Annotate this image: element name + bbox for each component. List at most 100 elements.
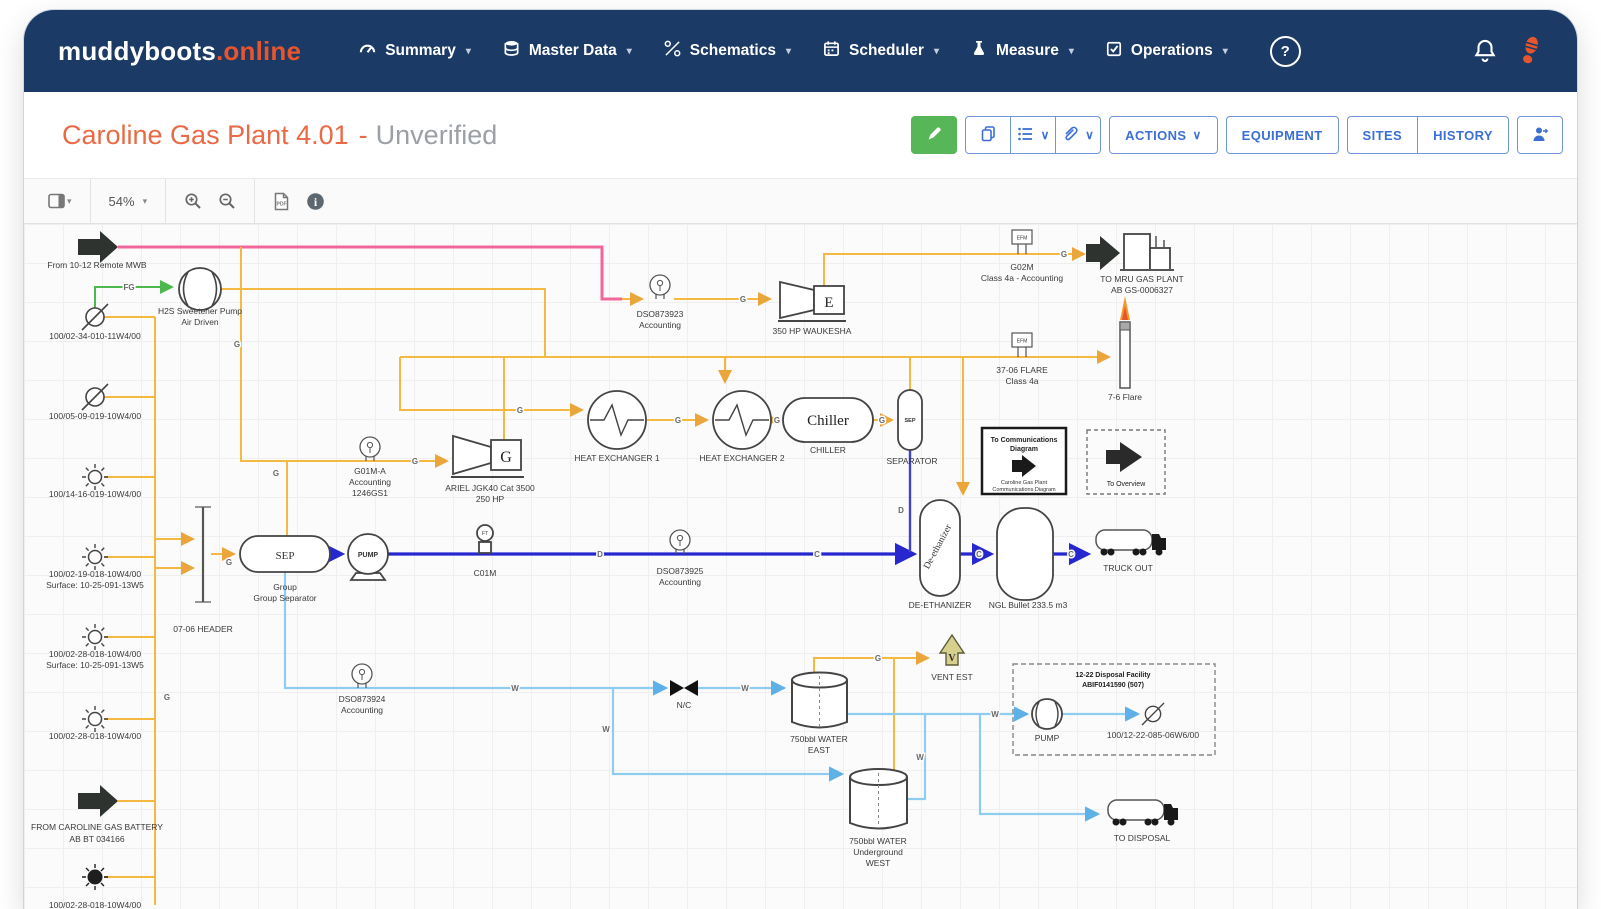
brand-primary: muddyboots	[58, 36, 216, 66]
nav-item-measure[interactable]: Measure▾	[971, 40, 1074, 62]
meter-label: G02M	[1010, 262, 1033, 272]
svg-text:W: W	[916, 753, 924, 762]
compressor-ariel[interactable]: G ARIEL JGK40 Cat 3500 250 HP	[445, 436, 535, 504]
link-overview[interactable]: To Overview	[1087, 430, 1165, 494]
inlet-remote-arrow[interactable]: From 10-12 Remote MWB	[47, 231, 147, 270]
heat-exchanger-2[interactable]: HEAT EXCHANGER 2	[699, 391, 784, 463]
compressor-waukesha[interactable]: E 350 HP WAUKESHA	[773, 282, 852, 336]
group-separator[interactable]: SEP Group Group Separator	[240, 536, 330, 603]
schematic-canvas[interactable]: From 10-12 Remote MWB H2S Sweetener Pump…	[24, 224, 1577, 909]
h2s-pump-label: H2S Sweetener Pump	[158, 306, 242, 316]
brand-logo[interactable]: muddyboots.online	[58, 36, 301, 67]
compressor-label: 250 HP	[476, 494, 505, 504]
well-6[interactable]: 100/02-28-018-10W4/00	[49, 706, 141, 741]
nc-valve[interactable]: N/C	[670, 680, 698, 710]
link-caption: Caroline Gas Plant	[1001, 480, 1048, 486]
nav-items: Summary▾ Master Data▾ Schematics▾ Schedu…	[359, 36, 1301, 67]
nav-item-operations[interactable]: Operations▾	[1106, 41, 1228, 62]
list-button[interactable]: ∨	[1010, 116, 1056, 154]
h2s-sweetener-pump[interactable]: H2S Sweetener Pump Air Driven	[158, 268, 242, 327]
history-button[interactable]: HISTORY	[1417, 116, 1509, 154]
zoom-level-value: 54%	[109, 194, 135, 209]
help-button[interactable]: ?	[1270, 36, 1301, 67]
schematic-icon	[664, 40, 681, 62]
inlet-battery-label: AB BT 034166	[69, 834, 124, 844]
avatar[interactable]	[1517, 35, 1543, 67]
well-label: 100/02-28-018-10W4/00	[49, 731, 141, 741]
well-3[interactable]: 100/14-16-019-10W4/00	[49, 464, 141, 499]
zoom-out-button[interactable]	[218, 192, 236, 210]
nav-item-scheduler[interactable]: Scheduler▾	[823, 40, 939, 62]
svg-text:D: D	[597, 550, 603, 559]
tank-water-east[interactable]: 750bbl WATER EAST	[790, 673, 848, 756]
meter-label: C01M	[474, 568, 497, 578]
nav-item-summary[interactable]: Summary▾	[359, 40, 471, 62]
bell-icon[interactable]	[1473, 38, 1497, 64]
zoom-in-button[interactable]	[184, 192, 202, 210]
attachments-button[interactable]: ∨	[1055, 116, 1101, 154]
well-5[interactable]: 100/02-28-018-10W4/00Surface: 10-25-091-…	[46, 624, 144, 670]
well-label: 100/02-34-010-11W4/00	[49, 331, 141, 341]
truck-to-disposal[interactable]: TO DISPOSAL	[1108, 800, 1178, 843]
meter-label: DSO873925	[657, 566, 704, 576]
svg-text:G: G	[234, 340, 240, 349]
info-button[interactable]: i	[306, 192, 325, 211]
ngl-bullet[interactable]: NGL Bullet 233.5 m3	[989, 508, 1068, 610]
database-icon	[503, 40, 520, 62]
meter-g01m[interactable]: G01M-A Accounting 1246GS1	[349, 437, 391, 498]
well-2[interactable]: 100/05-09-019-10W4/00	[49, 384, 141, 421]
meter-label: 1246GS1	[352, 488, 388, 498]
chevron-down-icon: ∨	[1085, 128, 1094, 142]
compressor-label: 350 HP WAUKESHA	[773, 326, 852, 336]
link-communications-diagram[interactable]: To Communications Diagram Caroline Gas P…	[982, 428, 1066, 494]
main-pump[interactable]: PUMP	[348, 534, 388, 580]
meter-label: G01M-A	[354, 466, 386, 476]
tank-label: 750bbl WATER	[790, 734, 848, 744]
compressor-label: ARIEL JGK40 Cat 3500	[445, 483, 535, 493]
export-pdf-button[interactable]: PDF	[273, 192, 290, 211]
edit-button[interactable]	[911, 116, 957, 154]
actions-button[interactable]: ACTIONS∨	[1109, 116, 1218, 154]
chiller[interactable]: Chiller CHILLER	[783, 398, 873, 455]
flow-lines	[95, 247, 1138, 905]
heat-exchanger-1[interactable]: HEAT EXCHANGER 1	[574, 391, 659, 463]
navbar: muddyboots.online Summary▾ Master Data▾ …	[24, 10, 1577, 92]
meter-c01m[interactable]: FT C01M	[474, 525, 497, 578]
vent-est[interactable]: V VENT EST	[931, 635, 972, 682]
tank-water-west[interactable]: 750bbl WATER Underground WEST	[849, 769, 907, 868]
meter-flare[interactable]: EFM 37-06 FLARE Class 4a	[996, 333, 1048, 386]
nav-label: Operations	[1131, 42, 1213, 60]
nav-item-schematics[interactable]: Schematics▾	[664, 40, 791, 62]
header-07-06[interactable]: 07-06 HEADER	[173, 507, 233, 634]
svg-text:C: C	[1068, 550, 1074, 559]
meter-label: Class 4a	[1005, 376, 1038, 386]
meter-dso873923[interactable]: DSO873923 Accounting	[637, 275, 684, 330]
svg-text:G: G	[875, 654, 881, 663]
svg-text:G: G	[412, 457, 418, 466]
inlet-remote-label: From 10-12 Remote MWB	[47, 260, 147, 270]
well-4[interactable]: 100/02-19-018-10W4/00Surface: 10-25-091-…	[46, 544, 144, 590]
well-1[interactable]: 100/02-34-010-11W4/00	[49, 304, 141, 341]
equipment-button[interactable]: EQUIPMENT	[1226, 116, 1339, 154]
well-7[interactable]: 100/02-28-018-10W4/00	[49, 864, 141, 909]
separator-vessel[interactable]: SEP SEPARATOR	[886, 390, 937, 466]
meter-dso873924[interactable]: DSO873924 Accounting	[339, 664, 386, 715]
inlet-battery-arrow[interactable]: FROM CAROLINE GAS BATTERY AB BT 034166	[31, 785, 163, 844]
copy-button[interactable]	[965, 116, 1011, 154]
actions-label: ACTIONS	[1125, 128, 1186, 143]
nav-item-master-data[interactable]: Master Data▾	[503, 40, 632, 62]
well-label: 100/02-28-018-10W4/00	[49, 900, 141, 909]
truck-out[interactable]: TRUCK OUT	[1096, 530, 1166, 573]
outlet-mru[interactable]: TO MRU GAS PLANT AB GS-0006327	[1086, 234, 1184, 295]
schematic-svg: From 10-12 Remote MWB H2S Sweetener Pump…	[24, 224, 1577, 909]
sites-button[interactable]: SITES	[1347, 116, 1419, 154]
meter-g02m[interactable]: EFM G02M Class 4a - Accounting	[981, 230, 1063, 283]
meter-dso873925[interactable]: DSO873925 Accounting	[657, 530, 704, 587]
app-window: muddyboots.online Summary▾ Master Data▾ …	[24, 10, 1577, 909]
disposal-facility[interactable]: 12-22 Disposal Facility ABIF0141590 (507…	[1013, 664, 1215, 755]
zoom-level-select[interactable]: 54% ▾	[109, 194, 148, 209]
flare-stack[interactable]: 7-6 Flare	[1108, 296, 1142, 402]
chevron-down-icon: ▾	[143, 196, 148, 207]
panel-toggle-button[interactable]: ▾	[48, 193, 72, 210]
transfer-owner-button[interactable]	[1517, 116, 1563, 154]
